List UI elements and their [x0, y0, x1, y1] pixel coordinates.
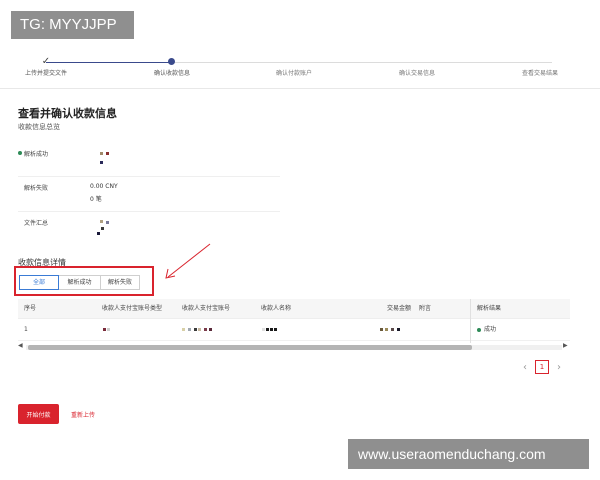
- parse-fail-count: 0 笔: [90, 196, 102, 203]
- step-confirm-account: 确认付款账户: [254, 56, 334, 78]
- start-payment-button[interactable]: 开始付款: [18, 404, 59, 424]
- step-view-result: 查看交易结果: [500, 56, 580, 78]
- summary-row-parse-success: 解析成功: [18, 145, 280, 177]
- pagination: ‹ 1 ›: [518, 360, 566, 374]
- col-header-result: 解析结果: [477, 305, 502, 312]
- col-header-account-type: 收款人支付宝账号类型: [102, 305, 163, 312]
- success-status-icon: [477, 327, 481, 332]
- tab-all[interactable]: 全部: [19, 275, 59, 290]
- col-header-account: 收款人支付宝账号: [182, 305, 231, 312]
- step-label: 查看交易结果: [521, 70, 558, 77]
- step-label: 上传并提交文件: [24, 70, 67, 77]
- current-step-dot-icon: [168, 58, 175, 65]
- prev-page-icon[interactable]: ‹: [518, 362, 532, 373]
- file-summary-label: 文件汇总: [24, 220, 49, 227]
- step-confirm-transaction: 确认交易信息: [377, 56, 457, 78]
- stepper-line-pending: [172, 62, 552, 63]
- annotation-arrow-icon: [165, 243, 211, 279]
- header-divider: [0, 88, 600, 89]
- progress-stepper: ✓ 上传并提交文件 确认收款信息 确认付款账户 确认交易信息 查看交易结果: [0, 56, 600, 86]
- summary-row-parse-fail: 解析失败 0.00 CNY 0 笔: [18, 178, 280, 212]
- col-header-index: 序号: [24, 305, 37, 312]
- step-confirm-payee: 确认收款信息: [132, 56, 212, 78]
- tab-parse-success[interactable]: 解析成功: [58, 275, 101, 290]
- table-header: 序号 收款人支付宝账号类型 收款人支付宝账号 收款人名称 交易金额 附言 解析结…: [18, 299, 570, 319]
- details-tabs: 全部 解析成功 解析失败: [19, 275, 140, 290]
- parse-success-label: 解析成功: [24, 151, 49, 158]
- fixed-column-divider: [470, 299, 471, 343]
- reupload-link[interactable]: 重新上传: [71, 410, 95, 419]
- check-icon: ✓: [41, 56, 51, 67]
- payee-table: 序号 收款人支付宝账号类型 收款人支付宝账号 收款人名称 交易金额 附言 解析结…: [18, 299, 570, 343]
- page-number-current[interactable]: 1: [535, 360, 549, 374]
- success-status-icon: [18, 151, 22, 155]
- watermark-top: TG: MYYJJPP: [11, 11, 134, 39]
- scroll-right-icon[interactable]: ▶: [563, 342, 568, 349]
- col-header-payee-name: 收款人名称: [261, 305, 292, 312]
- table-horizontal-scrollbar[interactable]: ◀ ▶: [18, 342, 570, 350]
- step-upload: ✓ 上传并提交文件: [6, 56, 86, 78]
- step-label: 确认付款账户: [275, 70, 312, 77]
- step-label: 确认交易信息: [398, 70, 435, 77]
- cell-index: 1: [24, 326, 28, 333]
- tab-parse-fail[interactable]: 解析失败: [100, 275, 140, 290]
- summary-row-file-summary: 文件汇总: [18, 213, 280, 245]
- overview-subtitle: 收款信息总览: [18, 123, 60, 131]
- scrollbar-thumb[interactable]: [28, 345, 472, 350]
- scroll-left-icon[interactable]: ◀: [18, 342, 23, 349]
- next-page-icon[interactable]: ›: [552, 362, 566, 373]
- cell-result: 成功: [477, 319, 496, 340]
- watermark-bottom: www.useraomenduchang.com: [348, 439, 589, 469]
- col-header-remark: 附言: [419, 305, 432, 312]
- table-row[interactable]: 1 成功: [18, 319, 570, 341]
- result-text: 成功: [484, 326, 497, 333]
- parse-fail-label: 解析失败: [24, 185, 49, 192]
- step-label: 确认收款信息: [153, 70, 190, 77]
- parse-fail-amount: 0.00 CNY: [90, 183, 118, 190]
- col-header-amount: 交易金额: [387, 305, 412, 312]
- page-title: 查看并确认收款信息: [18, 107, 117, 120]
